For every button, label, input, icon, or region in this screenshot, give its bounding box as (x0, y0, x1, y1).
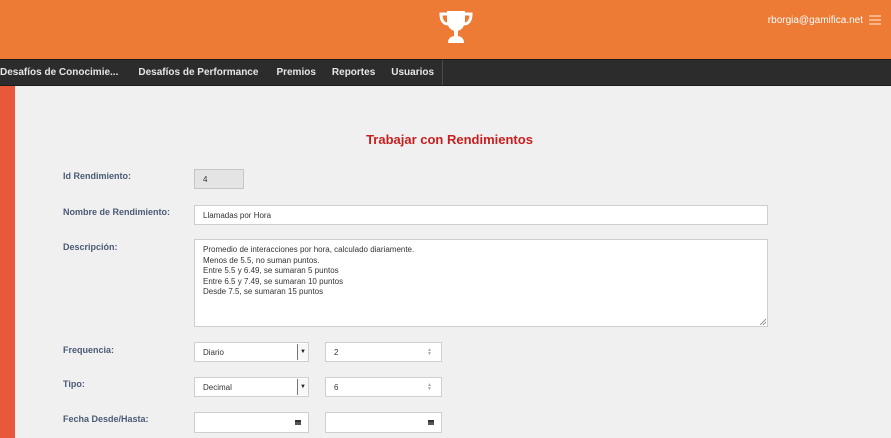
id-value: 4 (203, 174, 208, 184)
calendar-button[interactable] (421, 413, 441, 432)
nav-divider (442, 60, 444, 85)
description-line: Entre 5.5 y 6.49, se sumaran 5 puntos (203, 266, 339, 275)
nav-item-premios[interactable]: Premios (268, 60, 323, 85)
name-value: Llamadas por Hora (203, 210, 272, 220)
nav-item-desafios-performance[interactable]: Desafíos de Performance (130, 60, 268, 85)
caret-down-icon: ▼ (297, 379, 308, 395)
nav-item-usuarios[interactable]: Usuarios (383, 60, 442, 85)
description-label: Descripción: (63, 242, 118, 252)
type-label: Tipo: (63, 379, 85, 389)
date-label: Fecha Desde/Hasta: (63, 414, 149, 424)
trophy-icon (439, 11, 473, 43)
id-field: 4 (194, 169, 244, 189)
name-field[interactable]: Llamadas por Hora (194, 205, 768, 225)
type-number-input[interactable]: 6 ▲ ▼ (325, 377, 442, 397)
caret-down-icon: ▼ (297, 344, 308, 360)
description-line: Promedio de interacciones por hora, calc… (203, 245, 415, 254)
spinner-arrows-icon[interactable]: ▲ ▼ (427, 383, 432, 392)
calendar-icon (295, 420, 301, 425)
hamburger-icon[interactable] (869, 15, 881, 25)
calendar-icon (428, 420, 434, 425)
description-line: Entre 6.5 y 7.49, se sumaran 10 puntos (203, 276, 344, 286)
date-from-input[interactable] (194, 412, 309, 433)
date-to-input[interactable] (325, 412, 442, 433)
top-header: rborgia@gamifica.net (0, 0, 891, 59)
type-selected: Decimal (203, 382, 232, 392)
resize-grip-icon[interactable] (760, 319, 766, 325)
name-label: Nombre de Rendimiento: (63, 207, 171, 217)
description-line: Desde 7.5, se sumaran 15 puntos (203, 287, 324, 296)
page-title: Trabajar con Rendimientos (366, 132, 533, 147)
spinner-arrows-icon[interactable]: ▲ ▼ (427, 348, 432, 357)
description-textarea[interactable]: Promedio de interacciones por hora, calc… (194, 239, 768, 327)
type-select[interactable]: Decimal ▼ (194, 377, 309, 397)
nav-item-reportes[interactable]: Reportes (324, 60, 383, 85)
frequency-label: Frequencia: (63, 345, 115, 355)
type-number-value: 6 (334, 382, 339, 392)
main-content: Trabajar con Rendimientos Id Rendimiento… (15, 86, 891, 438)
description-line: Menos de 5.5, no suman puntos. (203, 255, 320, 265)
main-nav: Desafíos de Conocimie... Desafíos de Per… (0, 59, 891, 86)
id-label: Id Rendimiento: (63, 171, 131, 181)
nav-item-desafios-conocimiento[interactable]: Desafíos de Conocimie... (0, 60, 130, 85)
frequency-number-input[interactable]: 2 ▲ ▼ (325, 342, 442, 362)
calendar-button[interactable] (288, 413, 308, 432)
frequency-select[interactable]: Diario ▼ (194, 342, 309, 362)
frequency-selected: Diario (203, 347, 224, 357)
user-email[interactable]: rborgia@gamifica.net (768, 15, 863, 26)
frequency-number-value: 2 (334, 347, 339, 357)
